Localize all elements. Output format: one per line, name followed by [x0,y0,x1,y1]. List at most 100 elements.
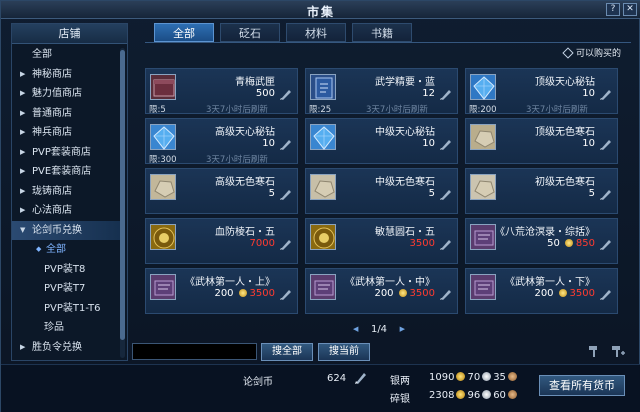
sidebar-item[interactable]: ▶ 心法商店 [12,201,120,220]
item-card[interactable]: 高级无色寒石 5 [145,168,298,214]
prev-page-icon[interactable]: ◀ [353,325,358,333]
caret-right-icon[interactable]: ▶ [20,65,25,84]
close-button[interactable]: ✕ [623,3,637,16]
checkbox-icon[interactable] [562,47,574,59]
search-current-button[interactable]: 搜当前 [318,343,370,361]
broken-copper: 60 [493,390,506,401]
caret-right-icon[interactable]: ▶ [20,143,25,162]
item-price-secondary: 200 [534,288,554,299]
search-input[interactable] [132,343,257,360]
item-card[interactable]: 青梅武匣 500 限:5 3天7小时后刷新 [145,68,298,115]
sword-token-icon [440,190,451,200]
sidebar-item[interactable]: ▶ 神兵商店 [12,123,120,142]
copper-coin-icon [507,372,517,381]
caret-right-icon[interactable]: ▶ [20,104,25,123]
sidebar-item[interactable]: ▶ 胜负令兑换 [12,338,120,357]
caret-right-icon[interactable]: ▶ [20,182,25,201]
tab-3[interactable]: 书籍 [352,23,412,42]
sidebar-scrollbar[interactable] [120,48,125,358]
item-price-value: 10 [582,138,595,149]
box-icon[interactable] [150,74,176,100]
sidebar-item[interactable]: 全部 [12,45,120,64]
item-card[interactable]: 初级无色寒石 5 [465,168,618,214]
caret-right-icon[interactable]: ▶ [20,162,25,181]
hammer-plus-icon[interactable] [611,344,625,358]
stone-icon[interactable] [470,174,496,200]
scroll-icon[interactable] [470,224,496,250]
item-card[interactable]: 《八荒沧溟录・综括》 50 850 [465,218,618,264]
item-grid: 青梅武匣 500 限:5 3天7小时后刷新 武学精要・蓝 12 限:25 3天7小时后刷新 顶级… [145,68,631,320]
item-card[interactable]: 血防棱石・五 7000 [145,218,298,264]
sidebar-subitem[interactable]: 全部 ◆ [12,240,120,259]
caret-down-icon[interactable]: ▼ [20,221,25,240]
sidebar-item[interactable]: ▶ 神秘商店 [12,65,120,84]
item-price: 500 [256,88,275,99]
caret-right-icon[interactable]: ▶ [20,84,25,103]
gem-icon[interactable] [310,224,336,250]
item-price-value: 3500 [409,238,435,249]
tab-0[interactable]: 全部 [154,23,214,42]
item-card[interactable]: 中级无色寒石 5 [305,168,458,214]
affordable-filter[interactable]: 可以购买的 [562,46,634,60]
diamond-icon[interactable] [310,124,336,150]
item-card[interactable]: 中级天心秘钻 10 [305,118,458,164]
sidebar-item[interactable]: ▶ 普通商店 [12,104,120,123]
item-card[interactable]: 武学精要・蓝 12 限:25 3天7小时后刷新 [305,68,458,115]
broken-silver-label: 碎银 [390,394,410,405]
tab-2[interactable]: 材料 [286,23,346,42]
scroll-icon[interactable] [470,274,496,300]
tab-divider [145,42,631,43]
sidebar-item[interactable]: ▶ PVE套装商店 [12,162,120,181]
item-card[interactable]: 顶级无色寒石 10 [465,118,618,164]
item-price-secondary: 200 [214,288,234,299]
sidebar-item[interactable]: ▼ 论剑币兑换 [12,220,120,240]
market-window: 市集 ? ✕ 店铺 全部 ▶ 神秘商店 ▶ 魅力值商店 ▶ 普通商店 ▶ 神兵商店 ▶ PVP套装商… [0,0,640,412]
item-name: 中级天心秘钻 [375,127,435,138]
view-all-currency-button[interactable]: 查看所有货币 [539,375,625,396]
sidebar-subitem[interactable]: PVP装T8 [12,260,120,279]
tab-1[interactable]: 砭石 [220,23,280,42]
book-icon[interactable] [310,74,336,100]
help-button[interactable]: ? [606,3,620,16]
sidebar-subitem[interactable]: PVP装T1-T6 [12,299,120,318]
caret-right-icon[interactable]: ▶ [20,338,25,357]
item-card[interactable]: 高级天心秘钻 10 限:300 3天7小时后刷新 [145,118,298,165]
caret-right-icon[interactable]: ▶ [20,201,25,220]
diamond-icon[interactable] [150,124,176,150]
item-refresh-time: 3天7小时后刷新 [526,105,588,115]
item-card[interactable]: 《武林第一人・下》 200 3500 [465,268,618,314]
item-limit: 限:300 [149,155,177,165]
item-price: 12 [422,88,435,99]
scroll-icon[interactable] [310,274,336,300]
token-label: 论剑币 [243,377,273,388]
sidebar-item[interactable]: ▶ 魅力值商店 [12,84,120,103]
item-card[interactable]: 敏慧圆石・五 3500 [305,218,458,264]
diamond-icon[interactable] [470,74,496,100]
search-all-button[interactable]: 搜全部 [261,343,313,361]
item-card[interactable]: 《武林第一人・中》 200 3500 [305,268,458,314]
sidebar-item-label: 神秘商店 [32,68,72,80]
next-page-icon[interactable]: ▶ [400,325,405,333]
gold-coin-icon [238,289,247,297]
sidebar-subitem[interactable]: PVP装T7 [12,279,120,298]
hammer-icon[interactable] [588,344,602,358]
sidebar-item[interactable]: ▶ 珑铸商店 [12,182,120,201]
scroll-icon[interactable] [150,274,176,300]
item-price-value: 5 [588,188,595,199]
item-refresh-time: 3天7小时后刷新 [206,105,268,115]
item-card[interactable]: 顶级天心秘钻 10 限:200 3天7小时后刷新 [465,68,618,115]
sword-token-icon [280,290,291,300]
scrollbar-thumb[interactable] [120,50,125,340]
item-refresh-time: 3天7小时后刷新 [206,155,268,165]
sidebar-title: 店铺 [12,24,127,44]
stone-icon[interactable] [470,124,496,150]
sidebar-item[interactable]: ▶ PVP套装商店 [12,143,120,162]
caret-right-icon[interactable]: ▶ [20,123,25,142]
stone-icon[interactable] [310,174,336,200]
page-indicator: 1/4 [370,324,388,335]
token-value: 624 [327,373,347,384]
sidebar-subitem[interactable]: 珍品 [12,318,120,337]
gem-icon[interactable] [150,224,176,250]
stone-icon[interactable] [150,174,176,200]
item-card[interactable]: 《武林第一人・上》 200 3500 [145,268,298,314]
